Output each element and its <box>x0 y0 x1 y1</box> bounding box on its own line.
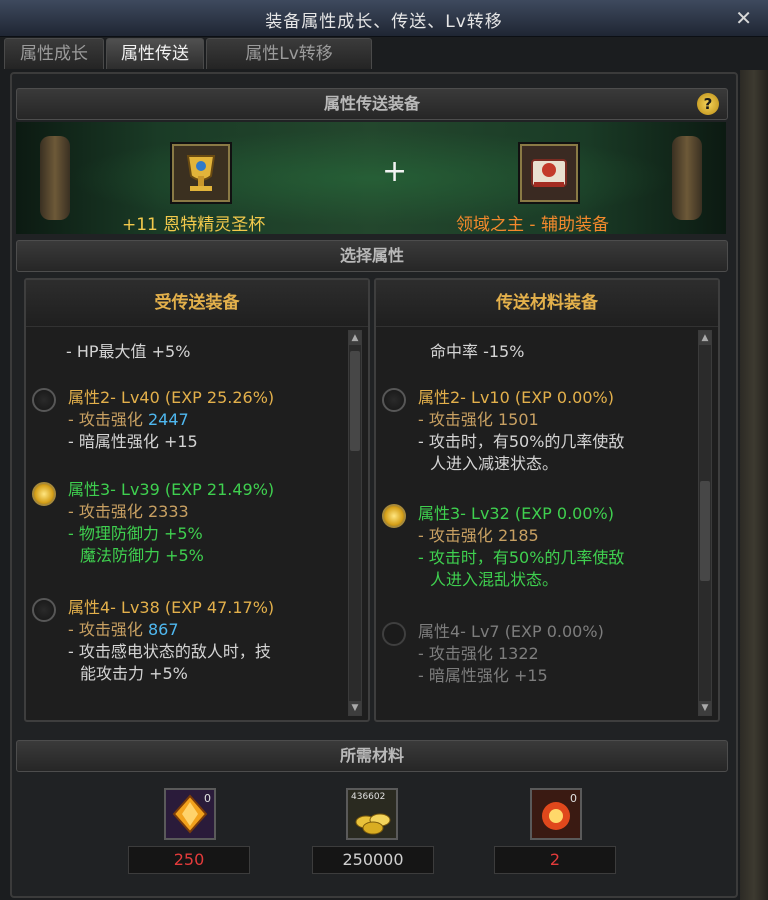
close-icon[interactable]: ✕ <box>735 6 752 30</box>
tab-attribute-transfer[interactable]: 属性传送 <box>106 38 204 69</box>
receiver-scrollbar[interactable]: ▲ ▼ <box>348 330 362 716</box>
scroll-down-icon[interactable]: ▼ <box>349 701 361 715</box>
receiver-attr3-title: 属性3- Lv39 (EXP 21.49%) <box>68 480 275 499</box>
material-slot-orb[interactable]: 0 <box>530 788 582 840</box>
material-required-crystal: 250 <box>128 846 250 874</box>
receiver-attr2-line2: - 暗属性强化 +15 <box>68 432 198 451</box>
receiver-panel-title: 受传送装备 <box>26 280 368 327</box>
source-attr3-radio[interactable] <box>382 504 406 528</box>
source-panel: 传送材料装备 ▲ ▼ 命中率 -15% 属性2- Lv10 (EXP 0.00%… <box>374 278 720 722</box>
plus-sign: + <box>382 154 408 189</box>
source-attr3-line2: - 攻击时，有50%的几率使敌 <box>418 548 625 567</box>
receiver-panel: 受传送装备 ▲ ▼ - HP最大值 +5% 属性2- Lv40 (EXP 25.… <box>24 278 370 722</box>
receiver-attr4-title: 属性4- Lv38 (EXP 47.17%) <box>68 598 275 617</box>
source-attr2-line1: - 攻击强化 1501 <box>418 410 539 429</box>
source-top-line: 命中率 -15% <box>430 342 525 361</box>
material-required-gold: 250000 <box>312 846 434 874</box>
window-title: 装备属性成长、传送、Lv转移 <box>265 12 503 32</box>
tab-bar: 属性成长 属性传送 属性Lv转移 <box>4 36 764 70</box>
receiver-attr4-line2: - 攻击感电状态的敌人时，技 <box>68 642 271 661</box>
source-item-name: 领域之主 - 辅助装备 <box>456 215 609 234</box>
source-attr2-line2: - 攻击时，有50%的几率使敌 <box>418 432 625 451</box>
tab-attribute-lv-transfer[interactable]: 属性Lv转移 <box>206 38 372 69</box>
material-required-orb: 2 <box>494 846 616 874</box>
equipment-banner: + +11 恩特精灵圣杯 领域之主 - 辅助装备 <box>16 122 726 234</box>
material-owned-count: 0 <box>570 792 577 805</box>
source-attr3-line1: - 攻击强化 2185 <box>418 526 539 545</box>
scroll-up-icon[interactable]: ▲ <box>699 331 711 345</box>
help-icon[interactable]: ? <box>697 93 719 115</box>
source-attr2-radio[interactable] <box>382 388 406 412</box>
receiver-attr3-radio[interactable] <box>32 482 56 506</box>
receiver-top-line: - HP最大值 +5% <box>66 342 191 361</box>
receiver-attr2-line1: - 攻击强化 2447 <box>68 410 189 429</box>
transfer-equipment-header: 属性传送装备 ? <box>16 88 728 120</box>
receiver-attr2-radio[interactable] <box>32 388 56 412</box>
source-panel-title: 传送材料装备 <box>376 280 718 327</box>
window-titlebar: 装备属性成长、传送、Lv转移 ✕ <box>0 0 768 37</box>
receiver-attr2-title: 属性2- Lv40 (EXP 25.26%) <box>68 388 275 407</box>
scroll-roll-right <box>672 136 702 220</box>
source-attr4-line1: - 攻击强化 1322 <box>418 644 539 663</box>
background-scenery <box>740 70 768 900</box>
source-attr4-title: 属性4- Lv7 (EXP 0.00%) <box>418 622 604 641</box>
material-slot-gold[interactable]: 436602 <box>346 788 398 840</box>
grail-icon <box>174 146 228 200</box>
scroll-roll-left <box>40 136 70 220</box>
receiver-attr4-radio[interactable] <box>32 598 56 622</box>
receiver-attr4-line1: - 攻击强化 867 <box>68 620 179 639</box>
source-attr2-title: 属性2- Lv10 (EXP 0.00%) <box>418 388 614 407</box>
source-item-slot[interactable] <box>520 144 578 202</box>
select-attribute-header: 选择属性 <box>16 240 728 272</box>
receiver-attr4-line3: 能攻击力 +5% <box>80 664 188 683</box>
transfer-equipment-title: 属性传送装备 <box>323 94 420 113</box>
source-scrollbar[interactable]: ▲ ▼ <box>698 330 712 716</box>
materials-header: 所需材料 <box>16 740 728 772</box>
scroll-down-icon[interactable]: ▼ <box>699 701 711 715</box>
tab-attribute-growth[interactable]: 属性成长 <box>4 38 104 69</box>
source-attr3-title: 属性3- Lv32 (EXP 0.00%) <box>418 504 614 523</box>
receiver-attr3-line2: - 物理防御力 +5% <box>68 524 203 543</box>
scroll-thumb[interactable] <box>700 481 710 581</box>
material-owned-count: 0 <box>204 792 211 805</box>
tome-icon <box>522 146 576 200</box>
source-attr4-line2: - 暗属性强化 +15 <box>418 666 548 685</box>
source-attr2-line3: 人进入减速状态。 <box>430 454 559 473</box>
scroll-up-icon[interactable]: ▲ <box>349 331 361 345</box>
receiver-attr3-line1: - 攻击强化 2333 <box>68 502 189 521</box>
source-attr4-radio <box>382 622 406 646</box>
receiver-item-slot[interactable] <box>172 144 230 202</box>
gold-owned-count: 436602 <box>351 792 386 802</box>
scroll-thumb[interactable] <box>350 351 360 451</box>
source-attr3-line3: 人进入混乱状态。 <box>430 570 559 589</box>
receiver-item-name: +11 恩特精灵圣杯 <box>122 215 266 234</box>
material-slot-crystal[interactable]: 0 <box>164 788 216 840</box>
receiver-attr3-line3: 魔法防御力 +5% <box>80 546 204 565</box>
